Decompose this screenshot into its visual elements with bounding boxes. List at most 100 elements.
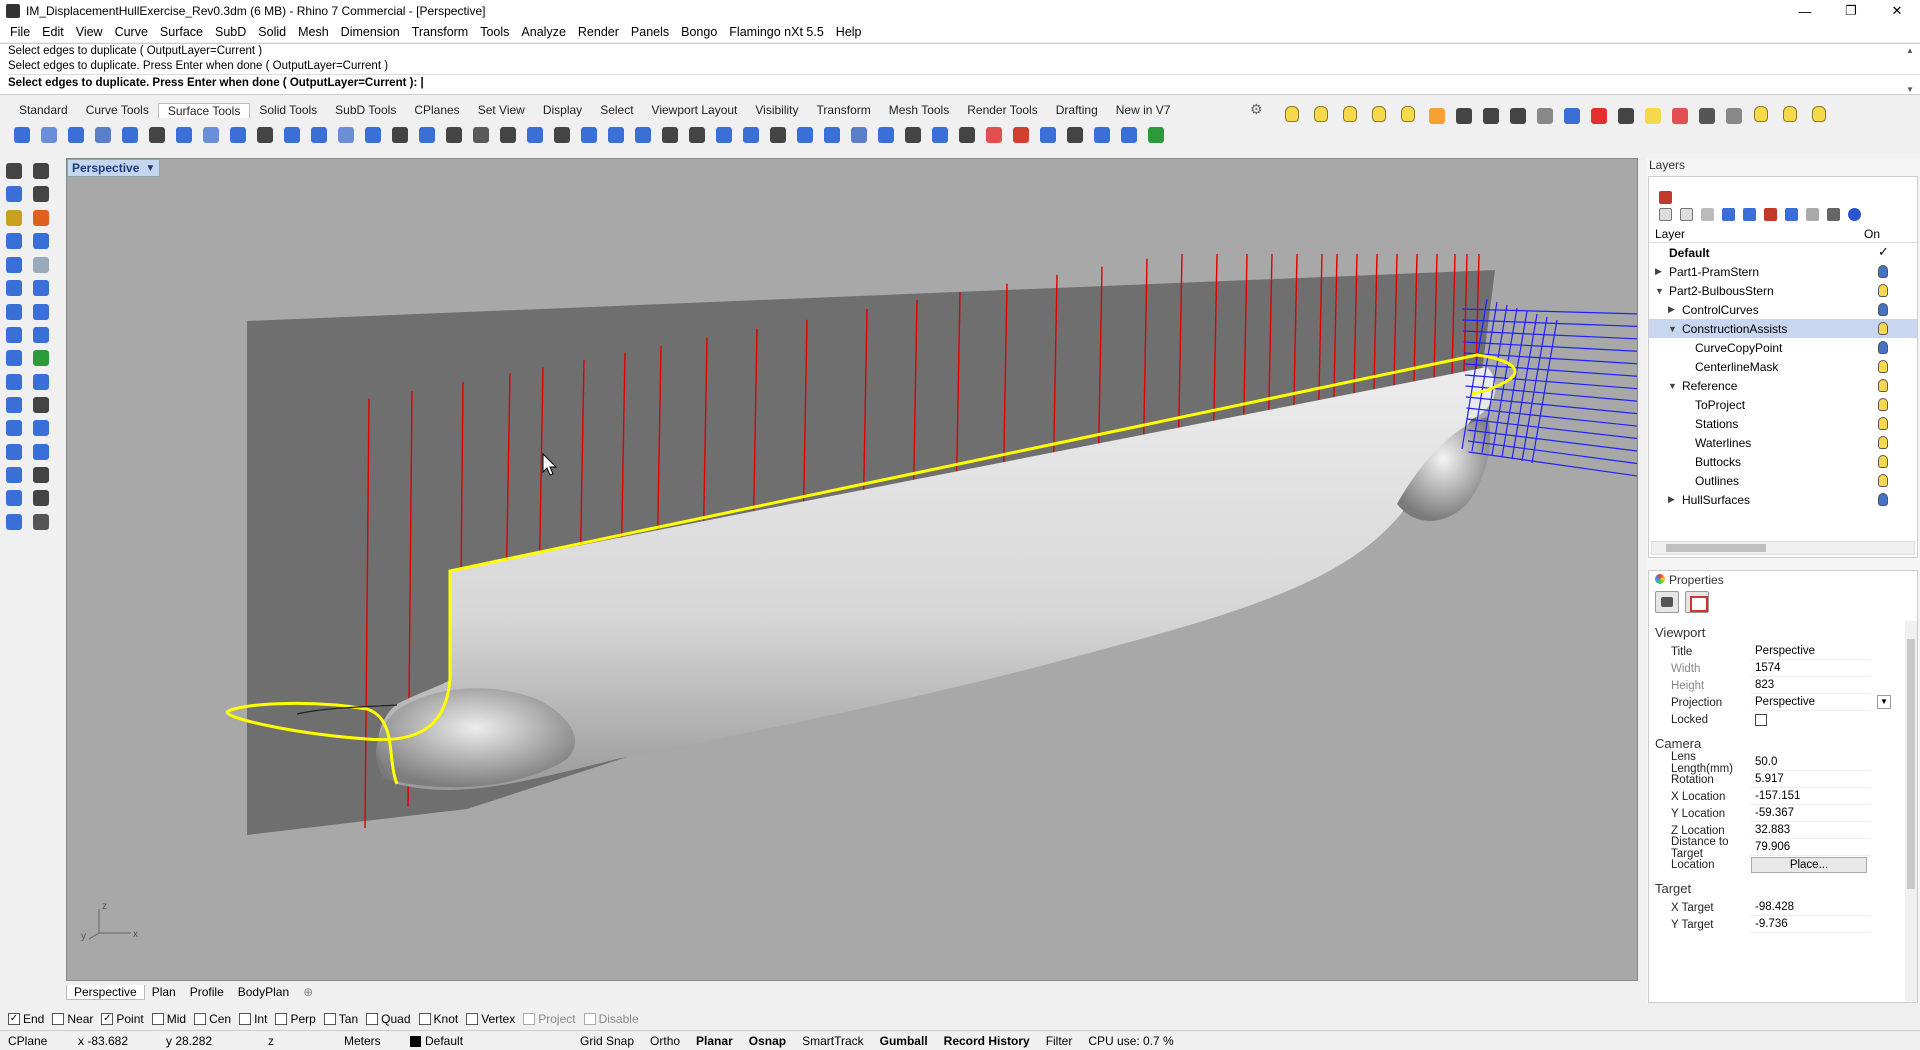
menu-flamingo-nxt-5-5[interactable]: Flamingo nXt 5.5 (723, 25, 830, 39)
menu-surface[interactable]: Surface (154, 25, 209, 39)
lock-layer-icon[interactable] (1506, 104, 1530, 128)
status-layer[interactable]: Default (402, 1034, 572, 1048)
close-button[interactable]: ✕ (1874, 0, 1920, 22)
help-icon[interactable] (1848, 207, 1861, 221)
chevron-down-icon[interactable]: ▼ (1877, 695, 1891, 709)
degree-icon[interactable] (577, 123, 601, 147)
explode-icon[interactable] (523, 123, 547, 147)
split-icon[interactable] (30, 347, 52, 369)
offset-curve-icon[interactable] (30, 207, 52, 229)
show-icon[interactable] (1778, 103, 1800, 129)
perspective-viewport[interactable]: Perspective ▼ x z y (66, 158, 1638, 981)
layer-visibility-bulb-icon[interactable] (1878, 398, 1888, 411)
menu-subd[interactable]: SubD (209, 25, 252, 39)
layer-visibility-bulb-icon[interactable] (1878, 455, 1888, 468)
change-layer-icon[interactable] (1425, 104, 1449, 128)
blend-srf-icon[interactable] (172, 123, 196, 147)
curvature-icon[interactable] (1009, 123, 1033, 147)
zebra-icon[interactable] (982, 123, 1006, 147)
explode-block-icon[interactable] (1695, 104, 1719, 128)
group-icon[interactable] (1614, 104, 1638, 128)
viewport-tab-bodyplan[interactable]: BodyPlan (231, 985, 296, 999)
curve-icon[interactable] (30, 183, 52, 205)
layer-visibility-bulb-icon[interactable] (1878, 474, 1888, 487)
point-deviation-icon[interactable] (1117, 123, 1141, 147)
layer-row[interactable]: ToProject (1649, 395, 1917, 414)
rotate-icon[interactable] (30, 277, 52, 299)
tab-curve-tools[interactable]: Curve Tools (77, 103, 158, 117)
draft-angle-icon[interactable] (1063, 123, 1087, 147)
osnap-end[interactable]: ✓ End (8, 1012, 44, 1026)
layer-row[interactable]: CenterlineMask (1649, 357, 1917, 376)
menu-view[interactable]: View (70, 25, 109, 39)
patch-icon[interactable] (793, 123, 817, 147)
gumball-toggle[interactable]: Gumball (872, 1034, 936, 1048)
sphere-icon[interactable] (3, 254, 25, 276)
viewport-title-tab[interactable]: Perspective ▼ (67, 159, 161, 177)
property-value[interactable]: 50.0 (1751, 754, 1871, 771)
fit-icon[interactable] (550, 123, 574, 147)
delete-layer-icon[interactable] (1701, 207, 1714, 221)
layers-horizontal-scrollbar[interactable] (1651, 541, 1915, 555)
menu-dimension[interactable]: Dimension (335, 25, 406, 39)
hide-icon[interactable] (1749, 103, 1771, 129)
new-sublayer-icon[interactable] (1680, 207, 1693, 221)
fillet-curve-icon[interactable] (3, 207, 25, 229)
edit-points-icon[interactable] (685, 123, 709, 147)
record-history-toggle[interactable]: Record History (936, 1034, 1038, 1048)
copy-to-layer-icon[interactable] (1479, 104, 1503, 128)
layer-visibility-bulb-icon[interactable] (1878, 265, 1888, 278)
move-up-icon[interactable] (1722, 207, 1735, 221)
srf-pt-icon[interactable] (30, 230, 52, 252)
layer-color-icon[interactable] (1659, 190, 1672, 204)
collapse-chevron-icon[interactable]: ▼ (1668, 324, 1677, 334)
camera-tab-icon[interactable] (1655, 591, 1679, 613)
mirror-icon[interactable] (30, 301, 52, 323)
menu-transform[interactable]: Transform (406, 25, 475, 39)
property-value[interactable]: Perspective (1751, 643, 1871, 660)
dim-icon[interactable] (3, 441, 25, 463)
osnap-vertex[interactable]: Vertex (466, 1012, 515, 1026)
extrude-curve-icon[interactable] (3, 230, 25, 252)
osnap-checkbox[interactable]: ✓ (8, 1013, 20, 1025)
osnap-checkbox[interactable] (52, 1013, 65, 1025)
filter-icon[interactable] (1785, 207, 1798, 221)
viewport-tab-perspective[interactable]: Perspective (66, 984, 145, 1000)
layer-off-icon[interactable] (1309, 103, 1331, 129)
expand-chevron-icon[interactable]: ▶ (1655, 266, 1662, 277)
unlock-objects-icon[interactable] (1587, 104, 1611, 128)
split-icon[interactable] (388, 123, 412, 147)
property-value[interactable]: 32.883 (1751, 822, 1871, 839)
one-layer-on-icon[interactable] (1338, 103, 1360, 129)
ortho-toggle[interactable]: Ortho (642, 1034, 688, 1048)
tab-drafting[interactable]: Drafting (1047, 103, 1107, 117)
layer-visibility-bulb-icon[interactable] (1878, 436, 1888, 449)
tab-solid-tools[interactable]: Solid Tools (250, 103, 326, 117)
menu-curve[interactable]: Curve (109, 25, 154, 39)
command-scrollbar[interactable]: ▲ ▼ (1906, 46, 1918, 94)
layer-visibility-bulb-icon[interactable] (1878, 341, 1888, 354)
unlock-layer-icon[interactable] (1533, 104, 1557, 128)
osnap-checkbox[interactable] (194, 1013, 207, 1025)
command-area[interactable]: Select edges to duplicate ( OutputLayer=… (0, 43, 1920, 95)
status-units[interactable]: Meters (336, 1034, 402, 1048)
tab-transform[interactable]: Transform (808, 103, 880, 117)
osnap-tan[interactable]: Tan (323, 1012, 358, 1026)
bulge-icon[interactable] (928, 123, 952, 147)
text-icon[interactable] (30, 441, 52, 463)
drape-icon[interactable] (3, 464, 25, 486)
grid-snap-icon[interactable] (30, 487, 52, 509)
layer-row[interactable]: CurveCopyPoint (1649, 338, 1917, 357)
smarttrack-toggle[interactable]: SmartTrack (794, 1034, 872, 1048)
cap-icon[interactable] (30, 371, 52, 393)
tab-display[interactable]: Display (534, 103, 591, 117)
show-selected-icon[interactable] (1807, 103, 1829, 129)
tab-select[interactable]: Select (591, 103, 642, 117)
tab-mesh-tools[interactable]: Mesh Tools (880, 103, 958, 117)
environment-map-icon[interactable] (1036, 123, 1060, 147)
menu-panels[interactable]: Panels (625, 25, 675, 39)
osnap-near[interactable]: Near (52, 1012, 93, 1026)
layer-row[interactable]: ▶ ControlCurves (1649, 300, 1917, 319)
osnap-checkbox[interactable] (323, 1013, 336, 1025)
network-srf-icon[interactable] (145, 123, 169, 147)
